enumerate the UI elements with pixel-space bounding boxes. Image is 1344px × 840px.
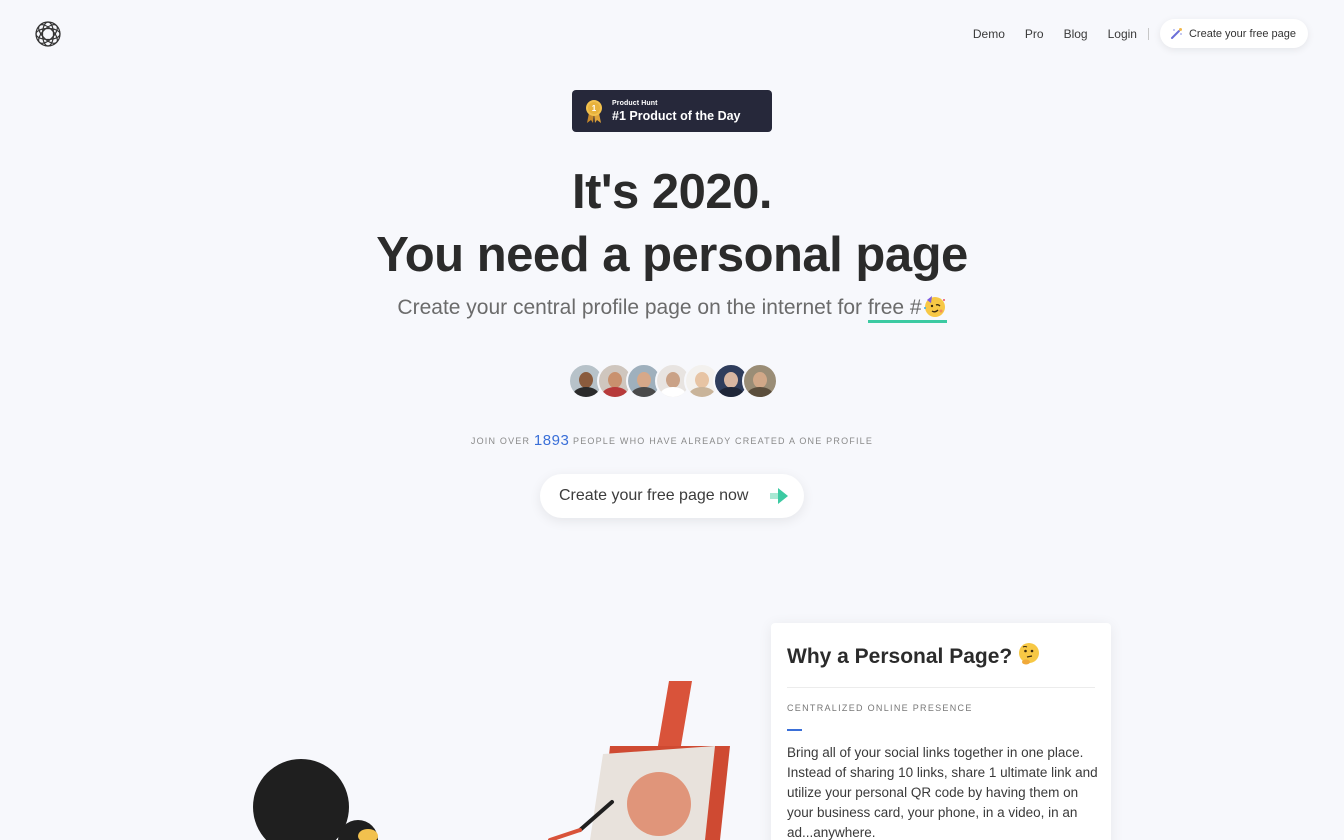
character-head	[253, 759, 349, 840]
card-accent-line	[787, 729, 802, 731]
hero-title-line2: You need a personal page	[376, 228, 968, 282]
card-title-text: Why a Personal Page?	[787, 645, 1013, 668]
nav-pro-link[interactable]: Pro	[1025, 27, 1044, 41]
subtitle-text: Create your central profile page on the …	[397, 296, 868, 319]
header-create-page-button[interactable]: Create your free page	[1159, 19, 1308, 48]
nav-divider	[1147, 27, 1149, 40]
cta-label: Create your free page now	[559, 487, 749, 504]
join-prefix: Join over	[470, 436, 531, 446]
medal-icon: 1	[586, 100, 602, 123]
painter-illustration	[253, 681, 730, 840]
join-suffix: people who have already created a one pr…	[573, 436, 874, 446]
landing-page: Demo Pro Blog Login Create your free pag…	[0, 0, 1344, 840]
card-section-label: CENTRALIZED ONLINE PRESENCE	[787, 703, 973, 713]
knot-logo-icon[interactable]	[34, 20, 62, 48]
magic-wand-icon	[1170, 28, 1182, 39]
thinking-face-icon	[1019, 643, 1040, 665]
free-link[interactable]: free #	[867, 296, 947, 323]
partying-face-icon	[923, 296, 945, 317]
avatar	[742, 363, 778, 399]
hero-subtitle: Create your central profile page on the …	[0, 294, 1344, 323]
why-personal-page-card: Why a Personal Page? CENTRALIZED ONLINE …	[771, 623, 1111, 840]
card-body: Bring all of your social links together …	[787, 745, 1098, 840]
join-count-text: Join over 1893 people who have already c…	[0, 432, 1344, 449]
product-hunt-badge[interactable]: 1 Product Hunt #1 Product of the Day	[572, 90, 772, 132]
card-title: Why a Personal Page?	[787, 642, 1041, 669]
canvas-painting	[627, 772, 691, 836]
medal-number: 1	[592, 104, 597, 113]
user-avatars	[568, 363, 778, 399]
top-nav: Demo Pro Blog Login Create your free pag…	[973, 19, 1308, 48]
arrow-right-icon	[770, 488, 788, 504]
paintbrush-handle	[548, 828, 582, 840]
nav-login-link[interactable]: Login	[1108, 27, 1137, 41]
nav-demo-link[interactable]: Demo	[973, 27, 1005, 41]
free-link-text: free #	[867, 296, 922, 319]
header-create-page-label: Create your free page	[1188, 27, 1296, 40]
user-count: 1893	[533, 432, 570, 449]
create-page-now-button[interactable]: Create your free page now	[540, 474, 804, 518]
badge-small-label: Product Hunt	[612, 99, 658, 107]
badge-main-label: #1 Product of the Day	[612, 108, 741, 123]
card-divider	[787, 687, 1095, 688]
nav-blog-link[interactable]: Blog	[1064, 27, 1088, 41]
hero-title-line1: It's 2020.	[571, 165, 773, 219]
